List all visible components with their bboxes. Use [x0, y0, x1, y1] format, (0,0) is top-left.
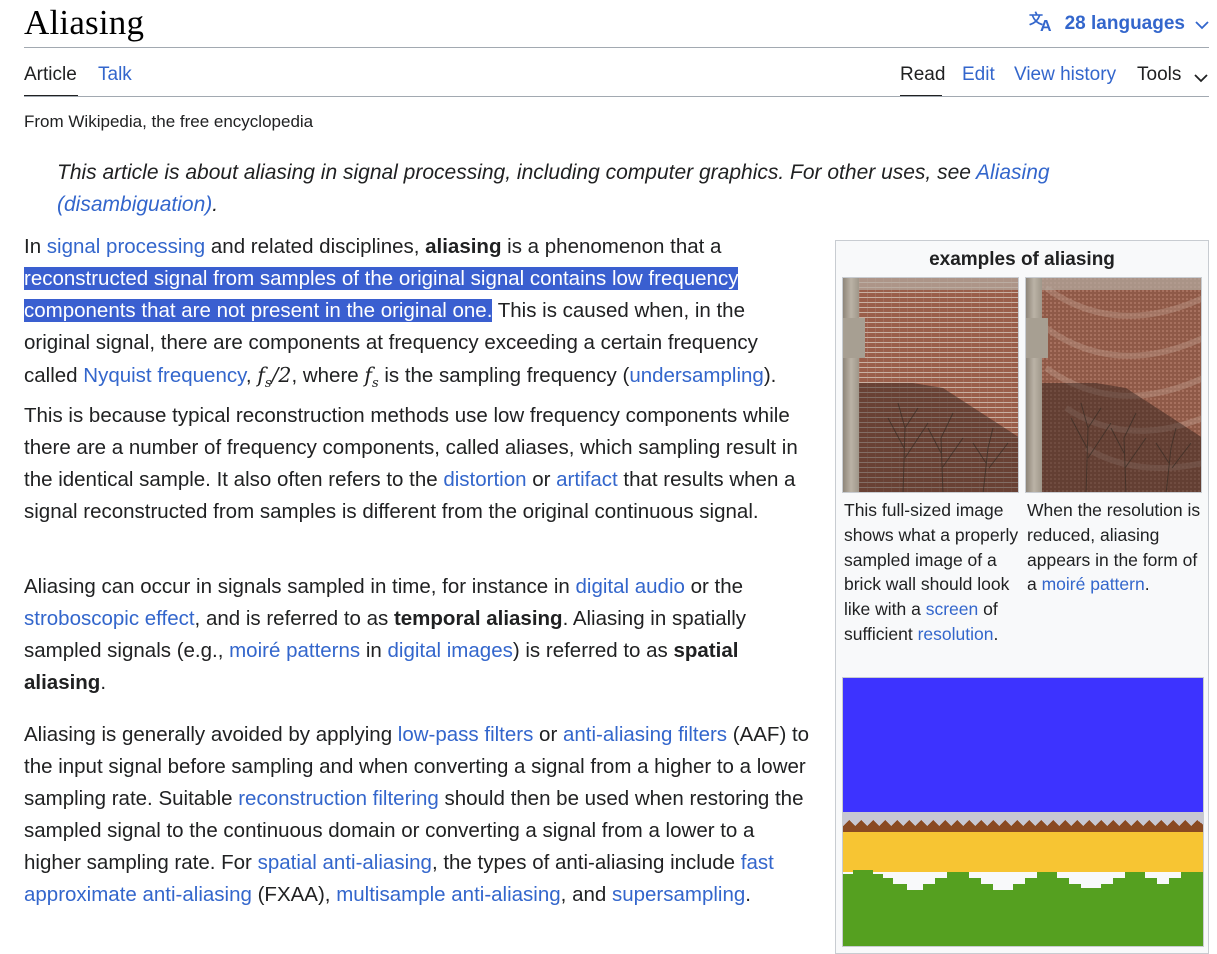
math-fs: fs	[364, 363, 379, 392]
tab-edit[interactable]: Edit	[962, 64, 995, 86]
tab-talk[interactable]: Talk	[98, 64, 132, 86]
paragraph-temporal-spatial: Aliasing can occur in signals sampled in…	[24, 575, 747, 694]
page-title: Aliasing	[24, 3, 145, 42]
link-screen[interactable]: screen	[926, 599, 979, 619]
chevron-down-icon	[1195, 13, 1209, 35]
link-resolution[interactable]: resolution	[918, 624, 994, 644]
title-divider	[24, 47, 1209, 48]
link-low-pass-filters[interactable]: low-pass filters	[398, 723, 534, 746]
link-supersampling[interactable]: supersampling	[612, 883, 745, 906]
link-signal-processing[interactable]: signal processing	[47, 235, 205, 258]
paragraph-avoidance: Aliasing is generally avoided by applyin…	[24, 723, 810, 906]
link-reconstruction-filtering[interactable]: reconstruction filtering	[238, 787, 439, 810]
math-fs-over-2: fs/2	[257, 363, 292, 392]
paragraph-intro: In signal processing and related discipl…	[24, 235, 798, 524]
svg-text:A: A	[1040, 18, 1052, 32]
translate-icon: 文 A	[1029, 10, 1055, 37]
link-distortion[interactable]: distortion	[443, 468, 526, 491]
caption-full-image: This full-sized image shows what a prope…	[844, 500, 1019, 644]
link-spatial-anti-aliasing[interactable]: spatial anti-aliasing	[258, 851, 432, 874]
link-moire-pattern[interactable]: moiré pattern	[1042, 574, 1145, 594]
link-nyquist-frequency[interactable]: Nyquist frequency	[83, 364, 246, 387]
infobox: examples of aliasing This full-sized ima…	[835, 240, 1209, 954]
tools-menu-button[interactable]: Tools	[1137, 64, 1181, 86]
link-digital-images[interactable]: digital images	[388, 639, 513, 662]
tab-article[interactable]: Article	[24, 64, 77, 86]
bold-term: aliasing	[425, 235, 502, 258]
site-tagline: From Wikipedia, the free encyclopedia	[24, 112, 314, 131]
hatnote: This article is about aliasing in signal…	[57, 161, 1050, 216]
chevron-down-icon[interactable]	[1193, 69, 1209, 88]
language-count-label: 28 languages	[1064, 12, 1185, 34]
bold-term: temporal aliasing	[393, 607, 563, 630]
caption-aliased-image: When the resolution is reduced, aliasing…	[1027, 500, 1201, 595]
tabs-divider	[24, 96, 1209, 97]
brick-wall-aliased-image[interactable]	[1025, 277, 1202, 493]
link-artifact[interactable]: artifact	[556, 468, 618, 491]
infobox-title: examples of aliasing	[929, 249, 1115, 270]
aliased-game-scene-image[interactable]	[842, 677, 1204, 947]
link-anti-aliasing-filters[interactable]: anti-aliasing filters	[563, 723, 727, 746]
link-multisample-anti-aliasing[interactable]: multisample anti-aliasing	[336, 883, 560, 906]
link-moire-patterns[interactable]: moiré patterns	[229, 639, 360, 662]
brick-wall-full-image[interactable]	[842, 277, 1019, 493]
tab-view-history[interactable]: View history	[1014, 64, 1116, 86]
link-digital-audio[interactable]: digital audio	[576, 575, 685, 598]
link-stroboscopic-effect[interactable]: stroboscopic effect	[24, 607, 195, 630]
tab-read[interactable]: Read	[900, 64, 945, 86]
link-undersampling[interactable]: undersampling	[629, 364, 763, 387]
language-selector-button[interactable]: 文 A 28 languages	[1029, 10, 1209, 37]
